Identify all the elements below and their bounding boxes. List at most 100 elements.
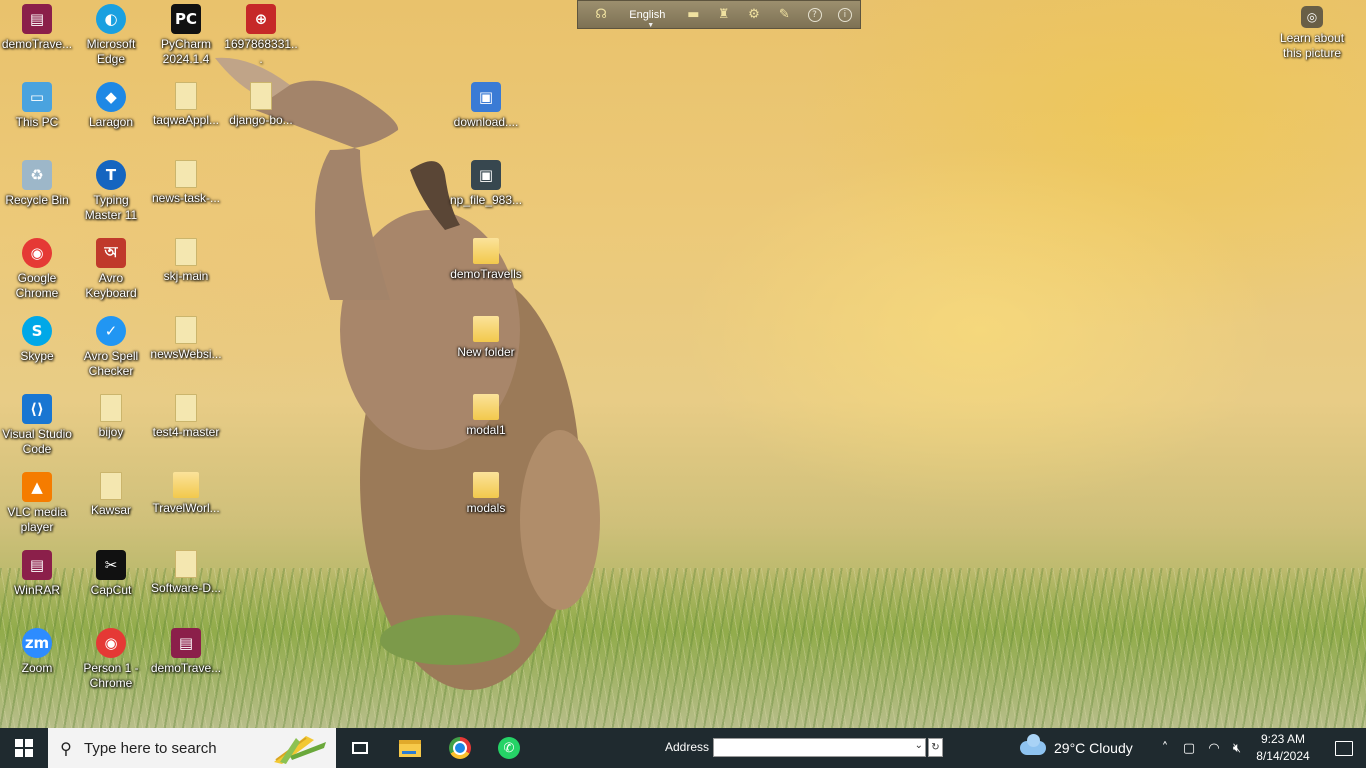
desktop-icon[interactable]: skj-main — [149, 234, 223, 284]
desktop-icon[interactable]: ▤ demoTrave... — [0, 0, 74, 52]
desktop-icon[interactable]: TravelWorl... — [149, 468, 223, 516]
desktop-icon[interactable]: ▣ np_file_983... — [449, 156, 523, 208]
laragon-icon: ◆ — [96, 82, 126, 112]
desktop-icon[interactable]: ✓ Avro Spell Checker — [74, 312, 148, 379]
desktop-icon[interactable]: ▤ demoTrave... — [149, 624, 223, 676]
desktop-icon-label: Skype — [20, 349, 54, 363]
desktop-icon-label: np_file_983... — [449, 193, 523, 207]
avro-keyboard-icon: অ — [96, 238, 126, 268]
desktop-icon[interactable]: django-bo... — [224, 78, 298, 128]
desktop-icon-label: demoTrave... — [150, 661, 222, 675]
weather-widget[interactable]: 29°C Cloudy — [1020, 728, 1133, 768]
keyboard-layout-icon[interactable]: ▬ — [686, 7, 700, 23]
meet-now-icon: ▢ — [1182, 740, 1196, 756]
desktop-icon-label: Software-D... — [150, 581, 222, 595]
info-icon[interactable]: i — [837, 7, 852, 23]
desktop-icon[interactable]: S Skype — [0, 312, 74, 364]
desktop-icon[interactable]: bijoy — [74, 390, 148, 440]
desktop-icon[interactable]: PC PyCharm 2024.1.4 — [149, 0, 223, 67]
keyboard-tool-icon[interactable]: ☊ — [594, 7, 608, 23]
desktop-icon[interactable]: ◉ Person 1 - Chrome — [74, 624, 148, 691]
desktop-icon[interactable]: modal1 — [449, 390, 523, 438]
desktop-icon-label: TravelWorl... — [152, 501, 220, 515]
task-view-icon — [352, 742, 368, 754]
camera-icon: ◎ — [1301, 6, 1323, 28]
desktop-icon-label: WinRAR — [13, 583, 60, 597]
windows-logo-icon — [15, 739, 33, 757]
desktop-icon[interactable]: ▣ download.... — [449, 78, 523, 130]
desktop-icon[interactable]: ▭ This PC — [0, 78, 74, 130]
chrome-icon — [449, 737, 471, 759]
address-go-button[interactable]: ↻ — [928, 738, 943, 757]
desktop-icon[interactable]: ▲ VLC media player — [0, 468, 74, 535]
wifi-icon: ◠ — [1208, 740, 1220, 756]
desktop-icon[interactable]: ▤ WinRAR — [0, 546, 74, 598]
show-hidden-icons-button[interactable]: ˄ — [1154, 728, 1176, 768]
desktop-icon[interactable]: ◉ Google Chrome — [0, 234, 74, 301]
clock-time: 9:23 AM — [1260, 732, 1306, 746]
chrome-taskbar-button[interactable] — [436, 728, 484, 768]
desktop-icon[interactable]: modals — [449, 468, 523, 516]
desktop-icon-label: VLC media player — [7, 505, 67, 534]
language-selector[interactable]: English ▼ — [622, 9, 672, 29]
start-button[interactable] — [0, 728, 48, 768]
desktop-icon[interactable]: newsWebsi... — [149, 312, 223, 362]
folder-zip-icon — [175, 238, 197, 266]
chevron-up-icon: ˄ — [1161, 740, 1169, 756]
learn-about-picture-label: Learn about this picture — [1279, 31, 1345, 60]
capcut-icon: ✂ — [96, 550, 126, 580]
desktop-icon[interactable]: demoTravells — [449, 234, 523, 282]
meet-now-button[interactable]: ▢ — [1178, 728, 1200, 768]
clock[interactable]: 9:23 AM 8/14/2024 — [1248, 731, 1318, 765]
task-view-button[interactable] — [336, 728, 384, 768]
desktop-icon[interactable]: ✂ CapCut — [74, 546, 148, 598]
desktop-icon-label: Visual Studio Code — [2, 427, 72, 456]
desktop-icon[interactable]: test4-master — [149, 390, 223, 440]
desktop-icon-label: Zoom — [21, 661, 53, 675]
chevron-down-icon[interactable]: ⌄ — [915, 740, 923, 751]
folder-icon — [473, 472, 499, 498]
whatsapp-taskbar-button[interactable]: ✆ — [485, 728, 533, 768]
folder-zip-icon — [175, 82, 197, 110]
desktop-icon[interactable]: Software-D... — [149, 546, 223, 596]
whatsapp-icon: ✆ — [498, 737, 520, 759]
learn-about-picture[interactable]: ◎ Learn about this picture — [1276, 6, 1348, 61]
help-icon[interactable]: ? — [807, 7, 822, 23]
action-center-button[interactable] — [1322, 728, 1366, 768]
volume-button[interactable]: 🔇︎ — [1226, 728, 1248, 768]
desktop-icon-label: test4-master — [152, 425, 220, 439]
desktop-icon-label: Microsoft Edge — [86, 37, 136, 66]
desktop-icon-label: Laragon — [88, 115, 134, 129]
desktop-icon[interactable]: taqwaAppl... — [149, 78, 223, 128]
address-input[interactable]: ⌄ — [713, 738, 926, 757]
search-placeholder: Type here to search — [84, 739, 217, 757]
award-icon[interactable]: ♜ — [717, 7, 731, 23]
desktop-icon[interactable]: zm Zoom — [0, 624, 74, 676]
desktop-icon[interactable]: অ Avro Keyboard — [74, 234, 148, 301]
desktop-icon[interactable]: news-task-... — [149, 156, 223, 206]
desktop-icon[interactable]: T Typing Master 11 — [74, 156, 148, 223]
chrome-icon: ◉ — [22, 238, 52, 268]
file-explorer-button[interactable] — [386, 728, 434, 768]
taskbar-search-box[interactable]: ⚲ Type here to search — [48, 728, 336, 768]
gear-icon[interactable]: ⚙ — [747, 7, 761, 23]
desktop-icon[interactable]: ⟨⟩ Visual Studio Code — [0, 390, 74, 457]
app-icon: ⊕ — [246, 4, 276, 34]
cloud-icon — [1020, 734, 1046, 755]
desktop-icon-label: modals — [466, 501, 506, 515]
skype-icon: S — [22, 316, 52, 346]
language-bar: ☊ English ▼ ▬ ♜ ⚙ ✎ ? i — [577, 0, 861, 29]
desktop-icon-label: demoTravells — [450, 267, 522, 281]
desktop-icon-label: Person 1 - Chrome — [83, 661, 139, 690]
desktop-icon[interactable]: ♻ Recycle Bin — [0, 156, 74, 208]
desktop-icon[interactable]: ◆ Laragon — [74, 78, 148, 130]
desktop-icon[interactable]: Kawsar — [74, 468, 148, 518]
file-explorer-icon — [399, 739, 421, 757]
edit-icon[interactable]: ✎ — [777, 7, 791, 23]
desktop-icon[interactable]: New folder — [449, 312, 523, 360]
network-button[interactable]: ◠ — [1202, 728, 1226, 768]
desktop-icon[interactable]: ◐ Microsoft Edge — [74, 0, 148, 67]
desktop-icon[interactable]: ⊕ 1697868331... — [224, 0, 298, 67]
folder-zip-icon — [175, 160, 197, 188]
desktop-icon-label: New folder — [457, 345, 515, 359]
